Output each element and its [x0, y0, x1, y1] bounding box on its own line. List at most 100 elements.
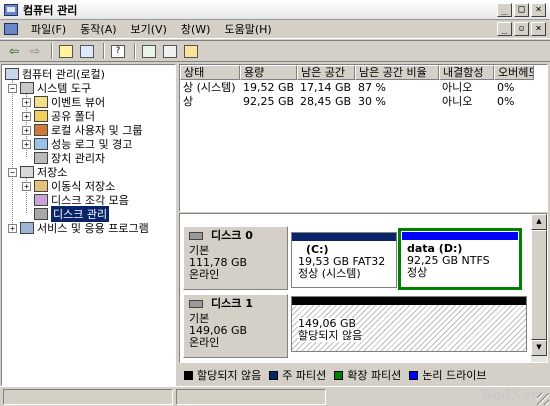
- toolbar-separator: [103, 43, 105, 59]
- show-tree-icon[interactable]: [78, 42, 96, 60]
- tools-icon: [20, 82, 34, 94]
- column-header-overhead[interactable]: 오버헤드: [494, 65, 534, 80]
- legend-label: 할당되지 않음: [197, 369, 262, 382]
- services-icon: [20, 222, 34, 234]
- shared-folder-icon: [34, 110, 48, 122]
- unallocated-bar: [292, 297, 526, 305]
- table-row[interactable]: 상 92,25 GB 28,45 GB 30 % 아니오 0%: [180, 95, 534, 109]
- column-header-free-space[interactable]: 남은 공간: [297, 65, 355, 80]
- defrag-icon: [34, 194, 48, 206]
- expand-toggle[interactable]: +: [22, 111, 31, 121]
- table-row[interactable]: 상 (시스템) 19,52 GB 17,14 GB 87 % 아니오 0%: [180, 81, 534, 95]
- primary-partition-bar: [292, 233, 396, 241]
- disk-name: 디스크 1: [211, 297, 253, 310]
- tree-item-root[interactable]: 컴퓨터 관리(로컬): [5, 67, 105, 81]
- scroll-down-button[interactable]: ▼: [531, 340, 547, 356]
- column-header-capacity[interactable]: 용량: [240, 65, 297, 80]
- status-panel: [3, 388, 173, 405]
- cell-free-space: 17,14 GB: [300, 81, 352, 94]
- tree-item-shared-folders[interactable]: + 공유 폴더: [22, 109, 95, 123]
- disk-0-label[interactable]: 디스크 0 기본 111,78 GB 온라인: [183, 226, 288, 290]
- expand-toggle[interactable]: +: [22, 139, 31, 149]
- tree-item-defrag[interactable]: 디스크 조각 모음: [34, 193, 129, 207]
- scroll-thumb[interactable]: [531, 230, 547, 340]
- device-manager-icon: [34, 152, 48, 164]
- performance-icon: [34, 138, 48, 150]
- legend-extended: 확장 파티션: [334, 367, 401, 383]
- legend-swatch: [184, 370, 193, 380]
- removable-storage-icon: [34, 180, 48, 192]
- event-viewer-icon: [34, 96, 48, 108]
- menu-help[interactable]: 도움말(H): [217, 21, 278, 37]
- export-icon[interactable]: [182, 42, 200, 60]
- disk-map-scrollbar[interactable]: ▲ ▼: [531, 214, 547, 362]
- status-bar: [0, 386, 550, 406]
- tree-item-services-apps[interactable]: + 서비스 및 응용 프로그램: [8, 221, 149, 235]
- child-restore-button[interactable]: ▫: [514, 22, 529, 36]
- logical-drive-bar: [402, 232, 518, 240]
- tree-label: 서비스 및 응용 프로그램: [37, 222, 149, 235]
- disk-status: 온라인: [189, 268, 220, 281]
- menu-file[interactable]: 파일(F): [24, 21, 73, 37]
- expand-toggle[interactable]: +: [22, 181, 31, 191]
- tree-item-disk-management[interactable]: 디스크 관리: [34, 206, 110, 222]
- tree-item-storage[interactable]: − 저장소: [8, 165, 67, 179]
- child-close-button[interactable]: ×: [531, 22, 546, 36]
- storage-icon: [20, 166, 34, 178]
- close-button[interactable]: ×: [531, 3, 546, 17]
- cell-overhead: 0%: [497, 95, 515, 108]
- tree-item-local-users[interactable]: + 로컬 사용자 및 그룹: [22, 123, 142, 137]
- title-bar: 컴퓨터 관리 _ □ ×: [0, 0, 550, 20]
- partition-c[interactable]: (C:) 19,53 GB FAT32 정상 (시스템): [291, 232, 397, 288]
- cell-capacity: 92,25 GB: [243, 95, 295, 108]
- expand-toggle[interactable]: +: [22, 97, 31, 107]
- column-header-free-percent[interactable]: 남은 공간 비율: [355, 65, 439, 80]
- tree-item-perf-logs[interactable]: + 성능 로그 및 경고: [22, 137, 132, 151]
- expand-toggle[interactable]: +: [8, 223, 17, 233]
- collapse-toggle[interactable]: −: [8, 83, 17, 93]
- menu-action[interactable]: 동작(A): [73, 21, 123, 37]
- legend-label: 주 파티션: [282, 369, 327, 382]
- toolbar: ⇦ ⇨ ?: [0, 40, 550, 62]
- legend: 할당되지 않음 주 파티션 확장 파티션 논리 드라이브: [179, 366, 548, 384]
- resize-grip[interactable]: [537, 393, 549, 405]
- tree-item-system-tools[interactable]: − 시스템 도구: [8, 81, 91, 95]
- disk-1-label[interactable]: 디스크 1 기본 149,06 GB 온라인: [183, 294, 288, 358]
- unallocated-space[interactable]: 149,06 GB 할당되지 않음: [291, 296, 527, 352]
- menu-view[interactable]: 보기(V): [124, 21, 174, 37]
- expand-toggle[interactable]: +: [22, 125, 31, 135]
- cell-status: 상 (시스템): [183, 81, 236, 94]
- menu-window[interactable]: 창(W): [174, 21, 218, 37]
- mmc-icon[interactable]: [4, 23, 18, 35]
- maximize-button[interactable]: □: [514, 3, 529, 17]
- disk-management-icon: [34, 208, 48, 220]
- tree-item-removable-storage[interactable]: + 이동식 저장소: [22, 179, 115, 193]
- column-header-status[interactable]: 상태: [180, 65, 240, 80]
- partition-state: 정상: [407, 266, 428, 279]
- help-icon[interactable]: ?: [109, 42, 127, 60]
- hard-disk-icon: [189, 232, 203, 240]
- back-arrow-icon[interactable]: ⇦: [5, 42, 23, 60]
- disk-name: 디스크 0: [211, 229, 253, 242]
- legend-swatch: [269, 370, 279, 380]
- partition-state: 할당되지 않음: [298, 329, 363, 342]
- minimize-button[interactable]: _: [497, 3, 512, 17]
- tree-item-event-viewer[interactable]: + 이벤트 뷰어: [22, 95, 105, 109]
- refresh-icon[interactable]: [140, 42, 158, 60]
- disk-status: 온라인: [189, 336, 220, 349]
- properties-icon[interactable]: [161, 42, 179, 60]
- cell-free-percent: 87 %: [358, 81, 386, 94]
- up-folder-icon[interactable]: [57, 42, 75, 60]
- cell-fault-tolerance: 아니오: [442, 81, 473, 94]
- tree-item-device-manager[interactable]: 장치 관리자: [34, 151, 105, 165]
- collapse-toggle[interactable]: −: [8, 167, 17, 177]
- forward-arrow-icon[interactable]: ⇨: [26, 42, 44, 60]
- scroll-up-button[interactable]: ▲: [531, 214, 547, 230]
- users-icon: [34, 124, 48, 136]
- column-header-fault-tolerance[interactable]: 내결함성: [439, 65, 494, 80]
- partition-d[interactable]: data (D:) 92,25 GB NTFS 정상: [398, 228, 522, 290]
- child-minimize-button[interactable]: _: [497, 22, 512, 36]
- disk-map: 디스크 0 기본 111,78 GB 온라인 (C:) 19,53 GB FAT…: [179, 213, 548, 363]
- legend-logical: 논리 드라이브: [409, 367, 487, 383]
- menu-bar: 파일(F) 동작(A) 보기(V) 창(W) 도움말(H) _ ▫ ×: [0, 20, 550, 39]
